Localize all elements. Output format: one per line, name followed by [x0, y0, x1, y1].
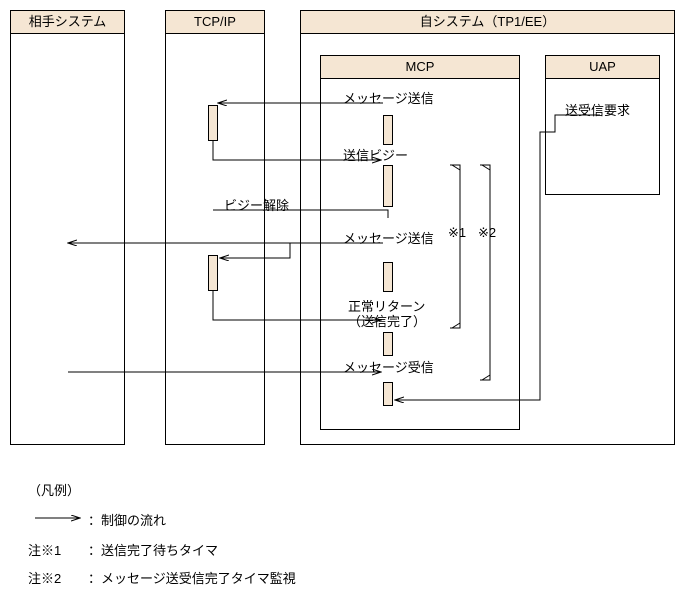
tcpip-activation-1 — [208, 105, 218, 141]
msg-send-2-label: メッセージ送信 — [343, 228, 434, 247]
msg-recv-label: メッセージ受信 — [343, 357, 434, 376]
busy-clear-label: ビジー解除 — [224, 195, 289, 214]
sequence-diagram: 相手システム TCP/IP 自システム（TP1/EE） MCP UAP メッセー… — [0, 0, 687, 601]
mcp-activation-5 — [383, 382, 393, 406]
remote-system-box — [10, 10, 125, 445]
legend-note2-key: 注※2 — [28, 568, 61, 587]
remote-system-label: 相手システム — [29, 14, 107, 29]
self-system-header: 自システム（TP1/EE） — [300, 10, 675, 34]
legend-arrow-label: ：制御の流れ — [88, 510, 166, 529]
note-1-label: ※1 — [448, 225, 466, 241]
mcp-header: MCP — [320, 55, 520, 79]
legend-title: （凡例） — [28, 480, 80, 499]
self-system-label: 自システム（TP1/EE） — [420, 14, 555, 29]
msg-send-1-label: メッセージ送信 — [343, 88, 434, 107]
mcp-activation-3 — [383, 262, 393, 292]
uap-label: UAP — [589, 59, 616, 74]
mcp-activation-1 — [383, 115, 393, 145]
note-2-label: ※2 — [478, 225, 496, 241]
mcp-label: MCP — [406, 59, 435, 74]
legend-note1-val: ：送信完了待ちタイマ — [88, 540, 218, 559]
legend-note1-key: 注※1 — [28, 540, 61, 559]
tcpip-activation-2 — [208, 255, 218, 291]
remote-system-header: 相手システム — [10, 10, 125, 34]
legend-note2-val: ：メッセージ送受信完了タイマ監視 — [88, 568, 296, 587]
normal-return-label-2: （送信完了） — [348, 311, 426, 330]
uap-header: UAP — [545, 55, 660, 79]
mcp-activation-4 — [383, 332, 393, 356]
tcpip-header: TCP/IP — [165, 10, 265, 34]
mcp-activation-2 — [383, 165, 393, 207]
send-recv-req-label: 送受信要求 — [565, 100, 630, 119]
send-busy-label: 送信ビジー — [343, 145, 408, 164]
tcpip-label: TCP/IP — [194, 14, 236, 29]
tcpip-box — [165, 10, 265, 445]
